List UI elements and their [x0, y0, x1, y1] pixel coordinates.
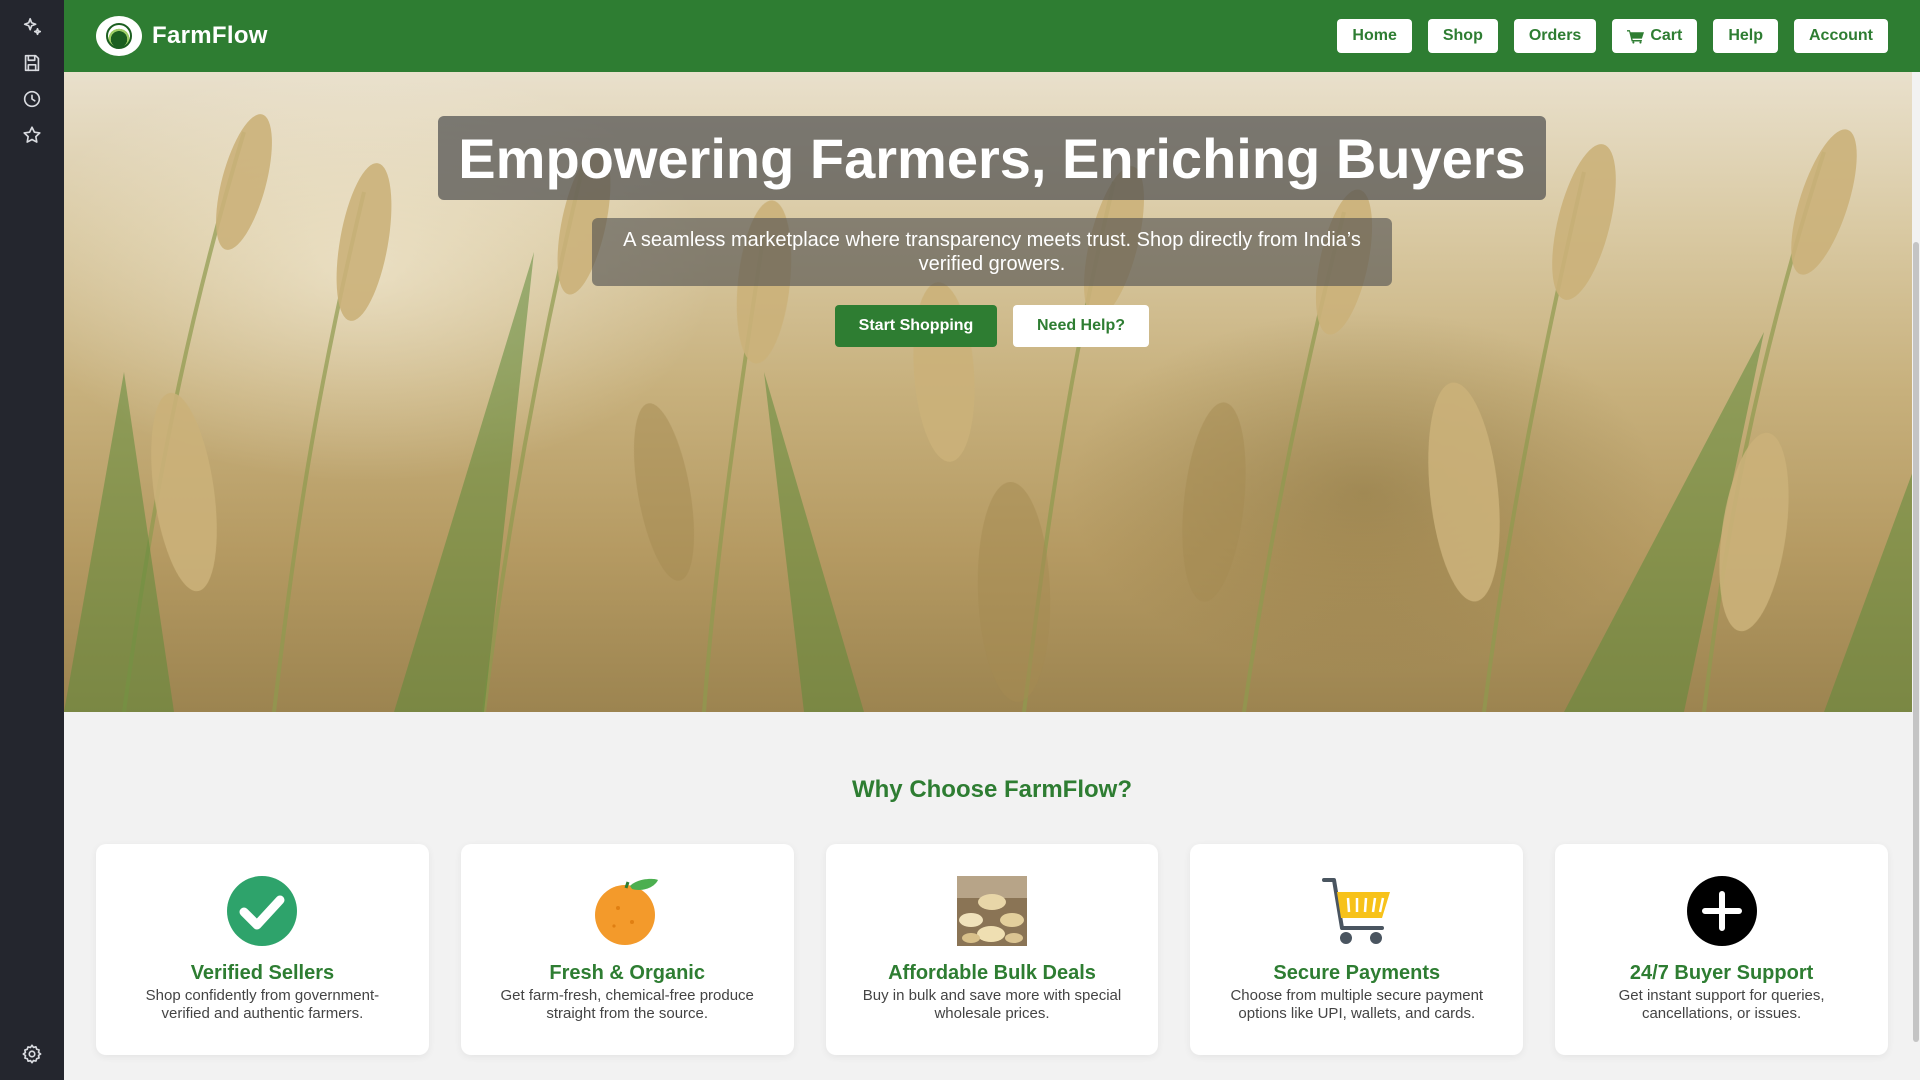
feature-card-secure-payments: Secure Payments Choose from multiple sec…	[1190, 844, 1524, 1055]
feature-title: Secure Payments	[1273, 962, 1441, 984]
main-content: FarmFlow Home Shop Orders Cart Help Acco…	[64, 0, 1920, 1080]
feature-description: Choose from multiple secure payment opti…	[1230, 987, 1484, 1022]
brand-name: FarmFlow	[152, 22, 268, 49]
nav-shop-button[interactable]: Shop	[1427, 19, 1498, 53]
nav-help-button[interactable]: Help	[1713, 19, 1778, 53]
nav-shop-label: Shop	[1442, 27, 1483, 44]
feature-card-fresh-organic: Fresh & Organic Get farm-fresh, chemical…	[460, 844, 794, 1055]
hero-subtitle-box: A seamless marketplace where transparenc…	[592, 218, 1392, 286]
feature-title: Affordable Bulk Deals	[888, 962, 1096, 984]
scrollbar-thumb[interactable]	[1913, 242, 1919, 1042]
nav-home-label: Home	[1352, 27, 1397, 44]
nav-orders-label: Orders	[1528, 27, 1582, 44]
brand[interactable]: FarmFlow	[96, 16, 268, 56]
feature-card-buyer-support: 24/7 Buyer Support Get instant support f…	[1555, 844, 1888, 1055]
nav-cart-button[interactable]: Cart	[1612, 19, 1698, 53]
nav-cart-label: Cart	[1650, 27, 1683, 44]
save-icon[interactable]	[20, 51, 44, 75]
settings-icon[interactable]	[20, 1042, 44, 1066]
sparkle-icon[interactable]	[20, 15, 44, 39]
star-icon[interactable]	[20, 123, 44, 147]
feature-cards: Verified Sellers Shop confidently from g…	[96, 844, 1888, 1055]
nav-links: Home Shop Orders Cart Help Account	[1337, 19, 1888, 53]
feature-description: Shop confidently from government-verifie…	[145, 987, 380, 1022]
cart-icon	[1627, 29, 1645, 44]
history-icon[interactable]	[20, 87, 44, 111]
start-shopping-button[interactable]: Start Shopping	[835, 305, 997, 347]
nav-help-label: Help	[1728, 27, 1763, 44]
nav-account-label: Account	[1809, 27, 1873, 44]
feature-card-bulk-deals: Affordable Bulk Deals Buy in bulk and sa…	[825, 844, 1159, 1055]
nav-account-button[interactable]: Account	[1794, 19, 1888, 53]
hero-actions: Start Shopping Need Help?	[835, 305, 1149, 347]
feature-description: Get instant support for queries, cancell…	[1618, 987, 1825, 1022]
shopping-cart-icon	[1321, 876, 1392, 946]
nav-orders-button[interactable]: Orders	[1513, 19, 1597, 53]
feature-title: Verified Sellers	[190, 962, 335, 984]
hero-title: Empowering Farmers, Enriching Buyers	[458, 126, 1526, 190]
page-scrollbar[interactable]	[1912, 72, 1920, 1080]
left-rail	[0, 0, 64, 1080]
farmflow-logo	[96, 16, 142, 56]
feature-description: Buy in bulk and save more with special w…	[862, 987, 1122, 1022]
feature-card-verified-sellers: Verified Sellers Shop confidently from g…	[96, 844, 429, 1055]
top-navbar: FarmFlow Home Shop Orders Cart Help Acco…	[64, 0, 1920, 72]
hero-title-box: Empowering Farmers, Enriching Buyers	[438, 116, 1546, 200]
feature-title: Fresh & Organic	[549, 962, 705, 984]
feature-description: Get farm-fresh, chemical-free produce st…	[500, 987, 754, 1022]
need-help-button[interactable]: Need Help?	[1013, 305, 1149, 347]
feature-title: 24/7 Buyer Support	[1629, 962, 1814, 984]
orange-icon	[592, 876, 662, 946]
plus-circle-icon	[1686, 876, 1757, 946]
check-badge-icon	[227, 876, 298, 946]
features-title: Why Choose FarmFlow?	[851, 776, 1132, 803]
grain-sacks-icon	[956, 876, 1027, 946]
hero-subtitle: A seamless marketplace where transparenc…	[623, 229, 1361, 275]
hero-section: Empowering Farmers, Enriching Buyers A s…	[64, 72, 1920, 712]
nav-home-button[interactable]: Home	[1337, 19, 1412, 53]
